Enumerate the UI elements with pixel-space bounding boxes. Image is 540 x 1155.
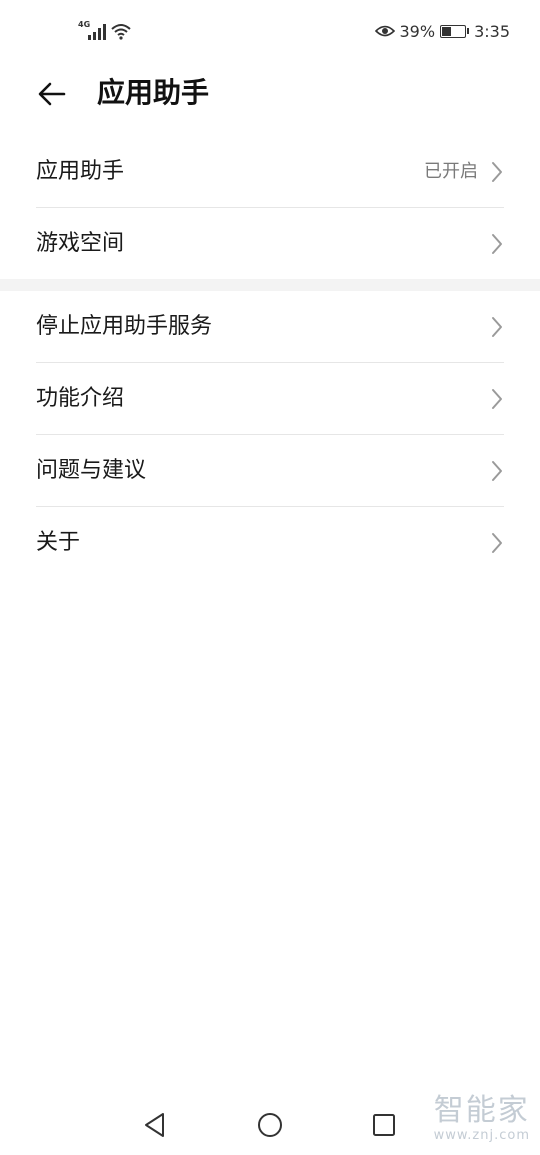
list-item-label: 应用助手 bbox=[36, 159, 125, 184]
wifi-icon bbox=[111, 24, 131, 40]
nav-back-icon[interactable] bbox=[139, 1109, 171, 1141]
chevron-right-icon bbox=[492, 234, 502, 254]
chevron-right-icon bbox=[492, 162, 502, 182]
chevron-right-icon bbox=[492, 461, 502, 481]
watermark-main: 智能家 bbox=[433, 1093, 530, 1128]
status-bar: 4G 39% 3:35 bbox=[0, 0, 540, 62]
list-item-feedback[interactable]: 问题与建议 bbox=[0, 435, 540, 507]
eye-comfort-icon bbox=[374, 25, 395, 37]
status-value: 已开启 bbox=[424, 161, 478, 182]
list-item-label: 关于 bbox=[36, 530, 81, 555]
list-item-label: 游戏空间 bbox=[36, 231, 125, 256]
section-separator bbox=[0, 279, 540, 291]
list-item-label: 功能介绍 bbox=[36, 386, 125, 411]
settings-group-2: 停止应用助手服务 功能介绍 问题与建议 关于 bbox=[0, 291, 540, 579]
list-item-about[interactable]: 关于 bbox=[0, 507, 540, 579]
chevron-right-icon bbox=[492, 317, 502, 337]
header: 应用助手 bbox=[0, 62, 540, 126]
back-arrow-icon[interactable] bbox=[34, 76, 70, 112]
list-item-label: 停止应用助手服务 bbox=[36, 314, 213, 339]
status-right: 39% 3:35 bbox=[374, 20, 510, 42]
list-item-label: 问题与建议 bbox=[36, 458, 147, 483]
nav-recent-icon[interactable] bbox=[368, 1109, 400, 1141]
clock: 3:35 bbox=[474, 21, 510, 41]
nav-home-icon[interactable] bbox=[254, 1109, 286, 1141]
list-item-features[interactable]: 功能介绍 bbox=[0, 363, 540, 435]
signal-icon bbox=[88, 24, 106, 40]
list-item-app-assistant[interactable]: 应用助手 已开启 bbox=[0, 136, 540, 208]
chevron-right-icon bbox=[492, 533, 502, 553]
settings-group-1: 应用助手 已开启 游戏空间 bbox=[0, 136, 540, 280]
list-item-stop-service[interactable]: 停止应用助手服务 bbox=[0, 291, 540, 363]
battery-icon bbox=[440, 24, 470, 38]
watermark: 智能家 www.znj.com bbox=[433, 1093, 530, 1144]
battery-percent: 39% bbox=[399, 21, 436, 41]
list-item-game-space[interactable]: 游戏空间 bbox=[0, 208, 540, 280]
chevron-right-icon bbox=[492, 389, 502, 409]
watermark-sub: www.znj.com bbox=[433, 1128, 530, 1143]
page-title: 应用助手 bbox=[97, 76, 210, 109]
